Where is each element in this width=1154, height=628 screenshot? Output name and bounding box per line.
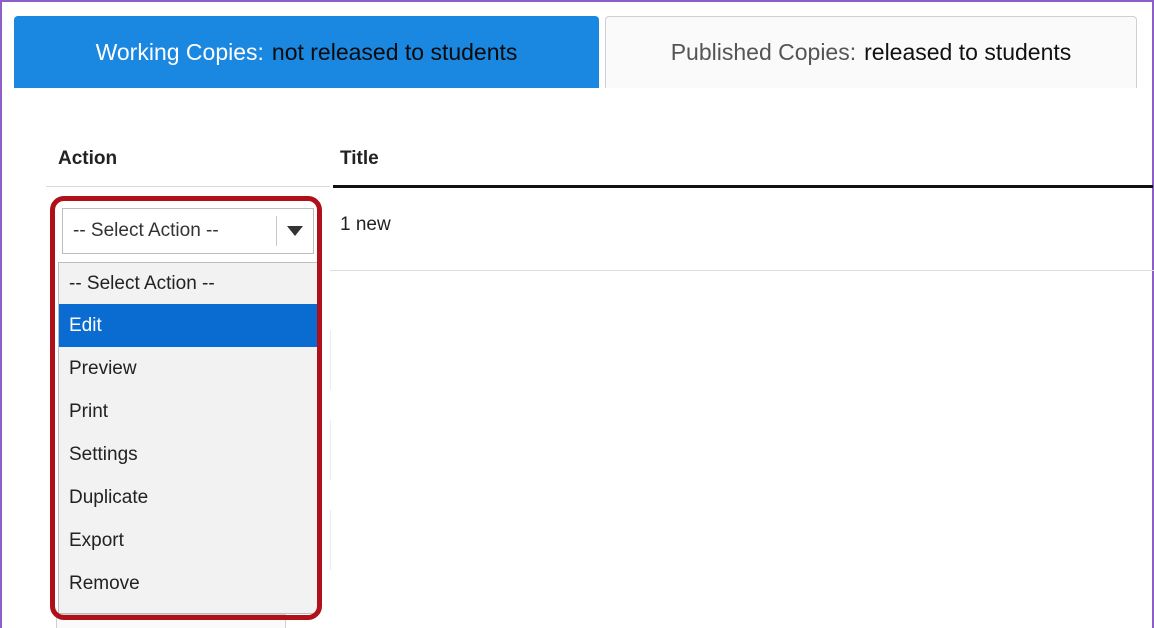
action-select[interactable]: -- Select Action -- (62, 208, 314, 254)
row-divider (330, 510, 331, 570)
column-header-title: Title (340, 148, 379, 169)
tab-working-copies[interactable]: Working Copies: not released to students (14, 16, 599, 88)
table-row-divider (330, 270, 1154, 271)
table-row-title[interactable]: 1 new (340, 214, 391, 236)
caret-down-icon[interactable] (277, 226, 313, 236)
column-header-action: Action (58, 148, 118, 169)
option-preview[interactable]: Preview (59, 347, 319, 390)
row-divider (330, 330, 331, 390)
option-settings[interactable]: Settings (59, 433, 319, 476)
option-select-action[interactable]: -- Select Action -- (59, 263, 319, 304)
action-dropdown-list: -- Select Action -- Edit Preview Print S… (58, 262, 320, 614)
header-divider (46, 186, 330, 187)
header-divider-title (333, 185, 1153, 188)
option-edit[interactable]: Edit (59, 304, 319, 347)
next-row-select[interactable] (56, 614, 286, 628)
option-remove[interactable]: Remove (59, 562, 319, 605)
option-print[interactable]: Print (59, 390, 319, 433)
tab-published-copies-prefix: Published Copies: (670, 39, 857, 65)
tab-working-copies-status: not released to students (271, 39, 518, 65)
copies-tabs: Working Copies: not released to students … (14, 16, 1137, 88)
action-select-value: -- Select Action -- (73, 220, 219, 241)
row-divider (330, 420, 331, 480)
tab-working-copies-prefix: Working Copies: (95, 39, 264, 65)
option-duplicate[interactable]: Duplicate (59, 476, 319, 519)
option-export[interactable]: Export (59, 519, 319, 562)
tab-published-copies[interactable]: Published Copies: released to students (605, 16, 1137, 88)
tab-published-copies-status: released to students (864, 39, 1072, 65)
